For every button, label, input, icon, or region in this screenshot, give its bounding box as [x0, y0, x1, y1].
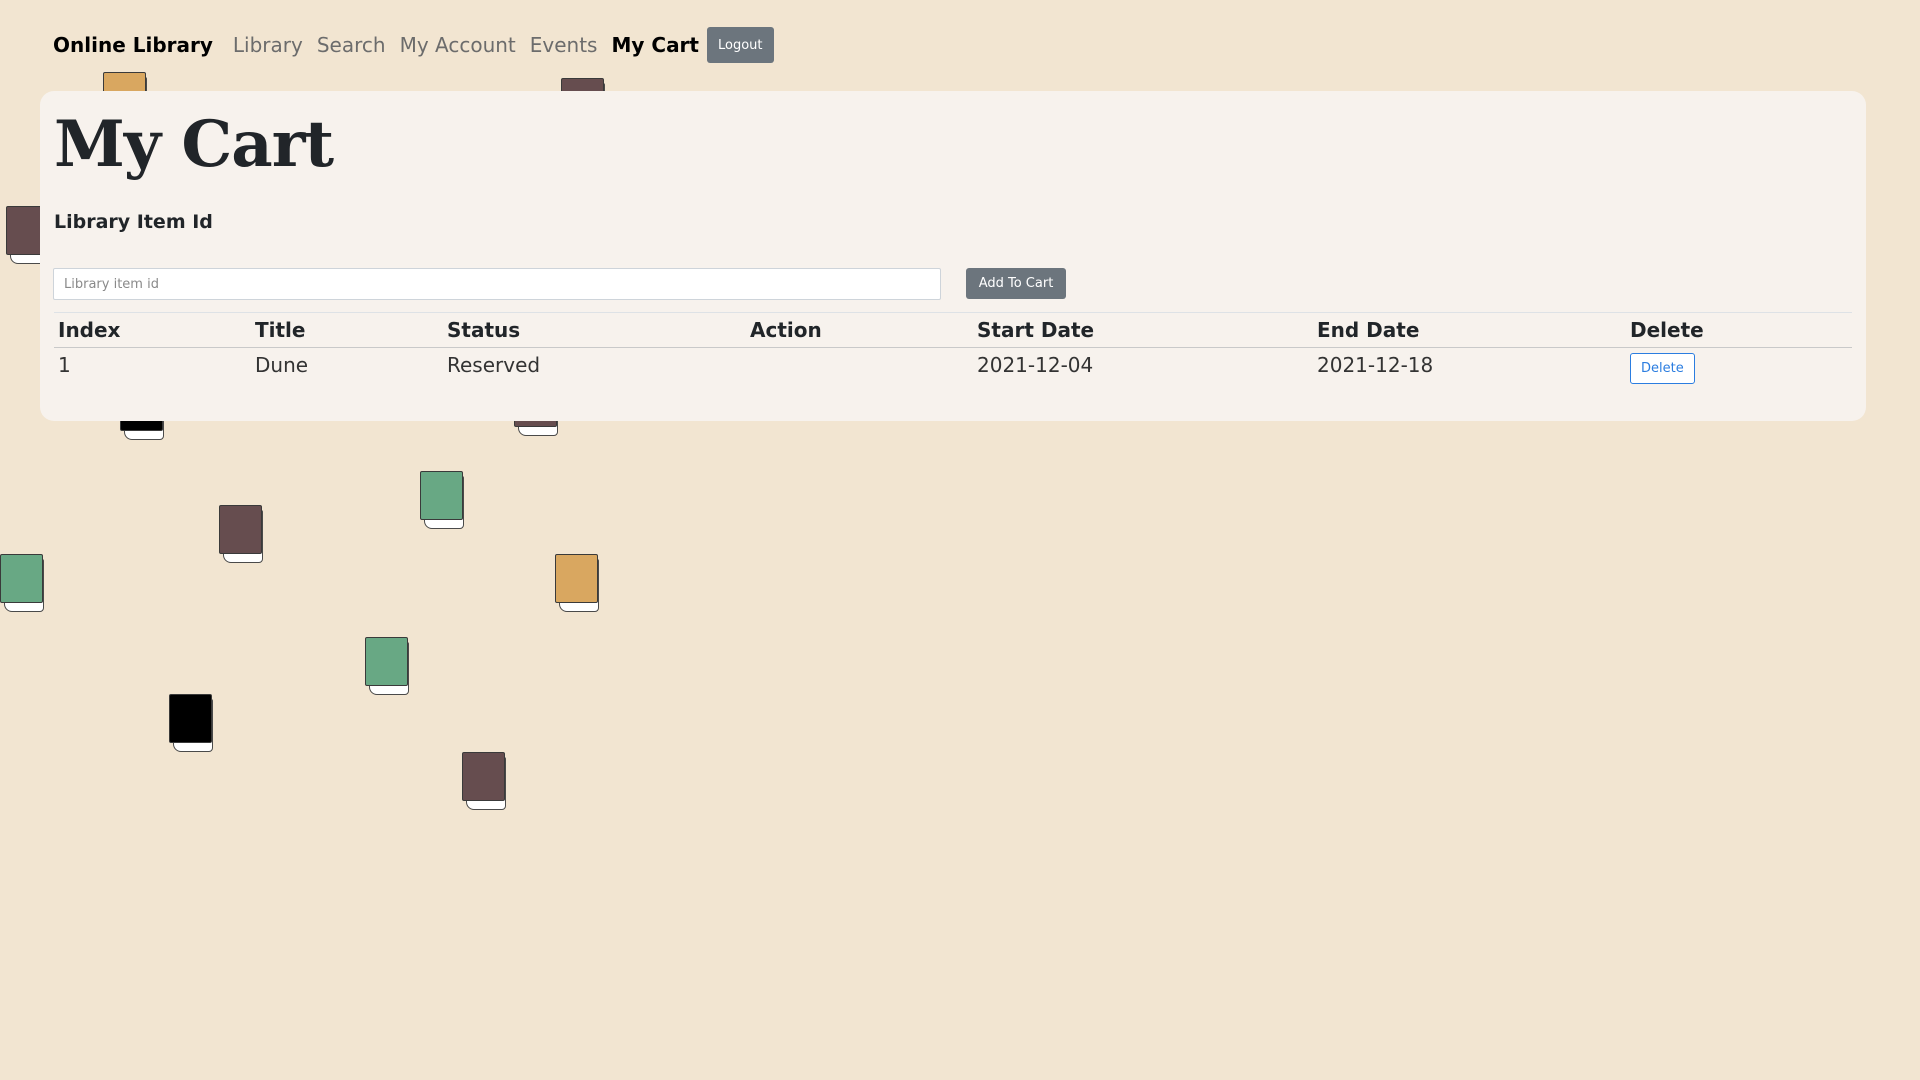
delete-button[interactable]: Delete — [1630, 353, 1695, 384]
add-to-cart-button[interactable]: Add To Cart — [966, 268, 1066, 299]
cell-end-date: 2021-12-18 — [1317, 353, 1434, 377]
column-header-action: Action — [746, 312, 973, 348]
brand-link[interactable]: Online Library — [53, 33, 213, 57]
navbar: Online Library Library Search My Account… — [53, 27, 774, 63]
cell-title: Dune — [255, 353, 309, 377]
cart-card: My Cart Library Item Id Add To Cart Inde… — [40, 91, 1866, 421]
cell-delete: Delete — [1626, 348, 1852, 390]
library-item-id-input[interactable] — [53, 268, 941, 300]
column-header-end-date: End Date — [1313, 312, 1626, 348]
cell-action — [746, 348, 973, 390]
book-icon — [0, 554, 44, 612]
book-icon — [420, 471, 464, 529]
nav-link-my-account[interactable]: My Account — [400, 33, 516, 57]
book-icon — [555, 554, 599, 612]
table-header-row: Index Title Status Action Start Date End… — [54, 312, 1852, 348]
column-header-delete: Delete — [1626, 312, 1852, 348]
table-row: 1 Dune Reserved 2021-12-04 2021-12-18 De… — [54, 348, 1852, 390]
column-header-title: Title — [251, 312, 443, 348]
cell-status: Reserved — [447, 353, 541, 377]
book-icon — [365, 637, 409, 695]
cart-table: Index Title Status Action Start Date End… — [54, 312, 1852, 389]
book-icon — [462, 752, 506, 810]
column-header-start-date: Start Date — [973, 312, 1313, 348]
book-icon — [169, 694, 213, 752]
column-header-status: Status — [443, 312, 746, 348]
nav-link-search[interactable]: Search — [317, 33, 386, 57]
library-item-id-label: Library Item Id — [54, 211, 213, 233]
cell-index: 1 — [58, 353, 71, 377]
nav-link-my-cart[interactable]: My Cart — [611, 33, 699, 57]
logout-button[interactable]: Logout — [706, 27, 774, 63]
page-title: My Cart — [54, 107, 334, 182]
nav-link-events[interactable]: Events — [530, 33, 598, 57]
book-icon — [219, 505, 263, 563]
nav-link-library[interactable]: Library — [233, 33, 303, 57]
cell-start-date: 2021-12-04 — [977, 353, 1094, 377]
column-header-index: Index — [54, 312, 251, 348]
